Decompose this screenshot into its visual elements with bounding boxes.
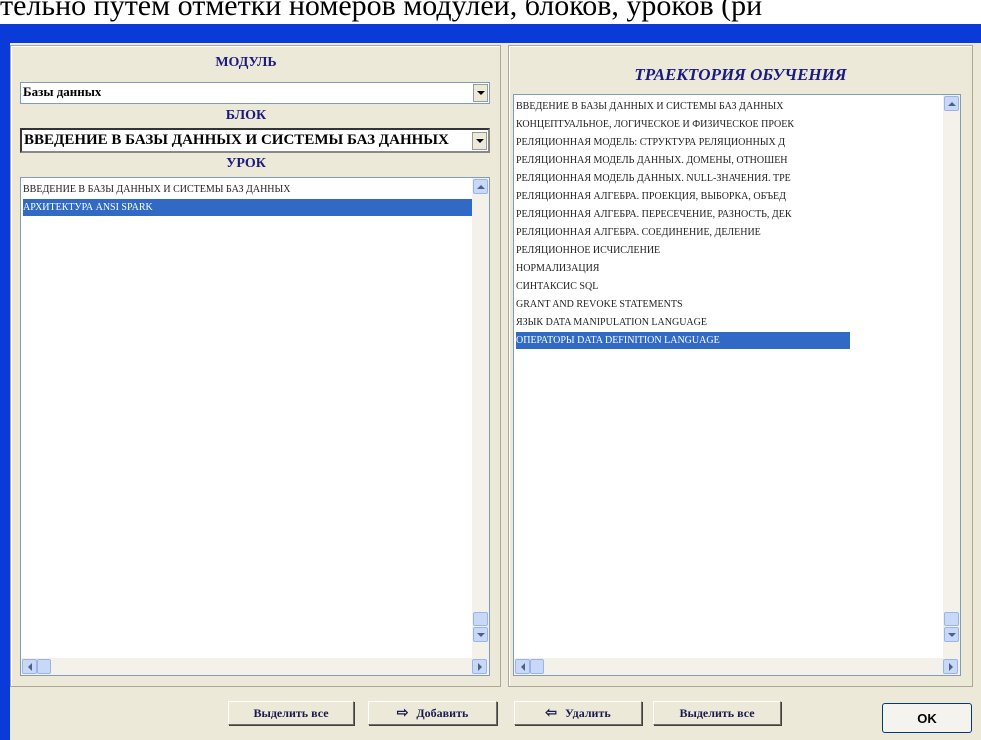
lesson-label: УРОК bbox=[226, 156, 266, 171]
list-item[interactable]: ЯЗЫК DATA MANIPULATION LANGUAGE bbox=[516, 314, 850, 331]
remove-button[interactable]: ⇦ Удалить bbox=[514, 701, 642, 725]
app-window: МОДУЛЬ Базы данных БЛОК ВВЕДЕНИЕ В БАЗЫ … bbox=[0, 24, 981, 740]
scroll-thumb[interactable] bbox=[944, 612, 959, 626]
arrow-left-icon bbox=[27, 662, 32, 671]
arrow-right-outline-icon: ⇨ bbox=[396, 705, 409, 721]
select-all-left-button[interactable]: Выделить все bbox=[228, 701, 354, 725]
lesson-vertical-scrollbar[interactable] bbox=[472, 178, 489, 660]
list-item[interactable]: GRANT AND REVOKE STATEMENTS bbox=[516, 296, 850, 313]
list-item[interactable]: РЕЛЯЦИОННАЯ МОДЕЛЬ: СТРУКТУРА РЕЛЯЦИОННЫ… bbox=[516, 134, 850, 151]
add-button[interactable]: ⇨ Добавить bbox=[368, 701, 497, 725]
chevron-down-icon bbox=[476, 91, 485, 95]
chevron-down-icon bbox=[475, 139, 484, 143]
right-panel: ТРАЕКТОРИЯ ОБУЧЕНИЯ ВВЕДЕНИЕ В БАЗЫ ДАНН… bbox=[508, 45, 973, 687]
add-label: Добавить bbox=[416, 705, 469, 720]
ok-label: OK bbox=[917, 710, 937, 726]
trajectory-horizontal-scrollbar[interactable] bbox=[514, 658, 960, 675]
lesson-list[interactable]: ВВЕДЕНИЕ В БАЗЫ ДАННЫХ И СИСТЕМЫ БАЗ ДАН… bbox=[20, 177, 490, 676]
module-dropdown-button[interactable] bbox=[473, 84, 488, 102]
list-item-selected[interactable]: АРХИТЕКТУРА ANSI SPARK bbox=[23, 199, 472, 216]
list-item[interactable]: НОРМАЛИЗАЦИЯ bbox=[516, 260, 850, 277]
select-all-right-button[interactable]: Выделить все bbox=[653, 701, 781, 725]
trajectory-title: ТРАЕКТОРИЯ ОБУЧЕНИЯ bbox=[634, 65, 847, 84]
scroll-thumb[interactable] bbox=[473, 612, 488, 626]
select-all-left-label: Выделить все bbox=[253, 705, 329, 720]
list-item[interactable]: ВВЕДЕНИЕ В БАЗЫ ДАННЫХ И СИСТЕМЫ БАЗ ДАН… bbox=[23, 181, 472, 198]
ok-button[interactable]: OK bbox=[882, 703, 972, 733]
module-value: Базы данных bbox=[23, 84, 102, 99]
list-item[interactable]: РЕЛЯЦИОННАЯ АЛГЕБРА. ПЕРЕСЕЧЕНИЕ, РАЗНОС… bbox=[516, 206, 850, 223]
list-item[interactable]: КОНЦЕПТУАЛЬНОЕ, ЛОГИЧЕСКОЕ И ФИЗИЧЕСКОЕ … bbox=[516, 116, 850, 133]
list-item[interactable]: РЕЛЯЦИОННАЯ МОДЕЛЬ ДАННЫХ. ДОМЕНЫ, ОТНОШ… bbox=[516, 152, 850, 169]
block-select[interactable]: ВВЕДЕНИЕ В БАЗЫ ДАННЫХ И СИСТЕМЫ БАЗ ДАН… bbox=[20, 128, 490, 153]
trajectory-vertical-scrollbar[interactable] bbox=[943, 95, 960, 660]
scroll-down-button[interactable] bbox=[473, 627, 488, 642]
module-select[interactable]: Базы данных bbox=[20, 82, 490, 104]
list-item[interactable]: РЕЛЯЦИОННАЯ МОДЕЛЬ ДАННЫХ. NULL-ЗНАЧЕНИЯ… bbox=[516, 170, 850, 187]
scroll-thumb-horizontal[interactable] bbox=[530, 659, 544, 674]
scroll-left-button[interactable] bbox=[515, 659, 530, 674]
scroll-thumb-horizontal[interactable] bbox=[37, 659, 51, 674]
arrow-up-icon bbox=[476, 184, 485, 189]
scroll-right-button[interactable] bbox=[472, 659, 487, 674]
module-label: МОДУЛЬ bbox=[215, 55, 277, 70]
list-item[interactable]: РЕЛЯЦИОННОЕ ИСЧИСЛЕНИЕ bbox=[516, 242, 850, 259]
arrow-down-icon bbox=[476, 632, 485, 637]
list-item[interactable]: ВВЕДЕНИЕ В БАЗЫ ДАННЫХ И СИСТЕМЫ БАЗ ДАН… bbox=[516, 98, 850, 115]
window-client-area: МОДУЛЬ Базы данных БЛОК ВВЕДЕНИЕ В БАЗЫ … bbox=[10, 43, 981, 740]
remove-label: Удалить bbox=[565, 705, 611, 720]
list-item[interactable]: СИНТАКСИС SQL bbox=[516, 278, 850, 295]
block-dropdown-button[interactable] bbox=[472, 132, 487, 150]
block-label: БЛОК bbox=[225, 108, 267, 123]
lesson-horizontal-scrollbar[interactable] bbox=[21, 658, 489, 675]
select-all-right-label: Выделить все bbox=[679, 705, 755, 720]
scroll-down-button[interactable] bbox=[944, 627, 959, 642]
arrow-left-outline-icon: ⇦ bbox=[545, 705, 557, 721]
arrow-right-icon bbox=[477, 662, 482, 671]
arrow-left-icon bbox=[520, 662, 525, 671]
arrow-right-icon bbox=[948, 662, 953, 671]
trajectory-list[interactable]: ВВЕДЕНИЕ В БАЗЫ ДАННЫХ И СИСТЕМЫ БАЗ ДАН… bbox=[513, 94, 961, 676]
list-item[interactable]: РЕЛЯЦИОННАЯ АЛГЕБРА. СОЕДИНЕНИЕ, ДЕЛЕНИЕ bbox=[516, 224, 850, 241]
scroll-up-button[interactable] bbox=[944, 96, 959, 111]
arrow-up-icon bbox=[947, 101, 956, 106]
list-item-selected[interactable]: ОПЕРАТОРЫ DATA DEFINITION LANGUAGE bbox=[516, 332, 850, 349]
scroll-left-button[interactable] bbox=[22, 659, 37, 674]
document-text-line: тельно путем отметки номеров модулей, бл… bbox=[0, 0, 763, 22]
block-value: ВВЕДЕНИЕ В БАЗЫ ДАННЫХ И СИСТЕМЫ БАЗ ДАН… bbox=[24, 132, 449, 148]
scroll-up-button[interactable] bbox=[473, 179, 488, 194]
left-panel: МОДУЛЬ Базы данных БЛОК ВВЕДЕНИЕ В БАЗЫ … bbox=[10, 45, 501, 687]
arrow-down-icon bbox=[947, 632, 956, 637]
scroll-right-button[interactable] bbox=[943, 659, 958, 674]
list-item[interactable]: РЕЛЯЦИОННАЯ АЛГЕБРА. ПРОЕКЦИЯ, ВЫБОРКА, … bbox=[516, 188, 850, 205]
